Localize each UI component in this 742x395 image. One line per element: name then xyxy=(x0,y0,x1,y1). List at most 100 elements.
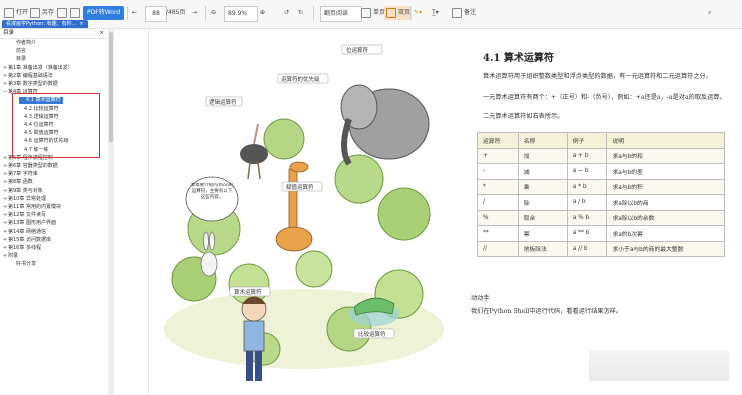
table-cell: 求a与b的和 xyxy=(606,147,725,164)
table-cell: 求小于a与b的商的最大整数 xyxy=(606,240,725,257)
section-heading: 4.1 算术运算符 xyxy=(483,53,554,64)
page-total: /485页 xyxy=(166,9,186,16)
table-cell: a ** b xyxy=(566,225,608,242)
highlighter-icon[interactable]: ✎▾ xyxy=(414,6,422,20)
operator-table: 运算符 名称 例子 说明 + 加 a + b 求a与b的和 - 减 a − b 求a与b的差 *… xyxy=(477,132,725,257)
close-icon[interactable]: × xyxy=(99,29,104,38)
table-cell: + xyxy=(477,147,519,164)
table-cell: a // b xyxy=(566,240,608,257)
toc-item-label: 第15章 访问数据库 xyxy=(8,236,51,243)
next-page-button[interactable]: → xyxy=(192,6,197,20)
toc-item-label: 第10章 异常处理 xyxy=(8,195,46,202)
toc-item[interactable]: +第9章 类与对象 xyxy=(3,188,43,195)
table-cell: 地板除法 xyxy=(517,240,568,257)
toc-item[interactable]: +第6章 容器类型的数据 xyxy=(3,163,58,170)
highlight-box xyxy=(12,93,100,158)
table-cell: a − b xyxy=(566,163,608,180)
table-row: ** 幂 a ** b 求a的b次幂 xyxy=(477,225,725,242)
text-tool-icon[interactable]: T̲▾ xyxy=(432,6,439,20)
paragraph-unary: 一元算术运算符有两个：+（正号）和-（负号），例如：+a还是a，-a是对a的取反… xyxy=(483,94,726,101)
divider xyxy=(410,6,411,20)
label-comparison: 比较运算符 xyxy=(358,330,386,338)
toc-item[interactable]: +第14章 网络通信 xyxy=(3,229,46,236)
right-page: 4.1 算术运算符 算术运算符用于组织整数类型和浮点类型的数据，有一元运算符和二… xyxy=(459,29,742,395)
prev-page-button[interactable]: ← xyxy=(132,6,137,20)
table-cell: 求a除以b的余数 xyxy=(606,209,725,226)
page-input[interactable]: 88 xyxy=(145,6,167,22)
toc-item[interactable]: 目录 xyxy=(11,56,26,63)
label-logic: 逻辑运算符 xyxy=(209,98,237,106)
table-cell: 减 xyxy=(517,163,568,180)
zoom-out-icon[interactable]: ⊖ xyxy=(211,6,216,20)
document-tab[interactable]: 看漫画学Python: 有趣、有料... × xyxy=(2,20,88,28)
table-cell: ** xyxy=(477,225,519,242)
pdf-to-word-button[interactable]: PDF转Word xyxy=(83,6,125,20)
single-page-button[interactable]: 单页 xyxy=(361,6,385,20)
toc-item-label: 第3章 数字类型的数据 xyxy=(8,81,58,87)
toc-item-label: 好书分享 xyxy=(16,261,37,268)
rotate-right-icon[interactable]: ↻ xyxy=(298,6,303,20)
table-cell: 加 xyxy=(517,147,568,164)
document-canvas: 本章要介绍Python的运算符，主要有以下这些内容。 位运算符 逻辑运算符 运算… xyxy=(114,29,742,395)
toc-item[interactable]: 好书分享 xyxy=(11,261,36,268)
toc-item[interactable]: +第15章 访问数据库 xyxy=(3,237,51,244)
table-cell: 除 xyxy=(517,194,568,211)
speech-bubble-text: 本章要介绍Python的运算符，主要有以下这些内容。 xyxy=(190,183,234,200)
table-row: % 取余 a % b 求a除以b的余数 xyxy=(477,209,725,226)
toc-item-label: 第13章 图形用户界面 xyxy=(8,220,56,227)
table-cell: / xyxy=(477,194,519,211)
table-header: 说明 xyxy=(606,132,725,149)
zoom-in-icon[interactable]: ⊕ xyxy=(260,6,265,20)
label-arith: 算术运算符 xyxy=(234,288,262,296)
blurred-region xyxy=(589,351,729,381)
print-button[interactable] xyxy=(57,6,69,20)
table-cell: a / b xyxy=(566,194,608,211)
toc-item[interactable]: 作者简介 xyxy=(11,40,36,47)
boy-character-icon xyxy=(241,296,267,381)
table-header-row: 运算符 名称 例子 说明 xyxy=(477,132,725,149)
paragraph-binary: 二元算术运算符如右表所示。 xyxy=(483,113,564,120)
toc-item[interactable]: 前言 xyxy=(11,48,26,55)
toc-item[interactable]: +第13章 图形用户界面 xyxy=(3,220,56,227)
toc-item-label: 第2章 编程基础语法 xyxy=(8,72,53,79)
rotate-left-icon[interactable]: ↺ xyxy=(284,6,289,20)
open-button[interactable]: 打开 xyxy=(4,6,28,20)
close-icon[interactable]: × xyxy=(79,21,83,27)
toc-sidebar: 目录 × 作者简介 前言 目录 +第1章 准备出发（准备出发） +第2章 编程基础语法 +第… xyxy=(0,29,109,395)
page-edge xyxy=(148,29,149,395)
table-row: -减a − b 求a与b的差 xyxy=(477,163,725,180)
share-button[interactable] xyxy=(70,6,82,20)
zoom-select[interactable]: 89.9% xyxy=(224,6,258,22)
table-row: * 乘 a * b 求a与b的积 xyxy=(477,178,725,195)
double-page-icon xyxy=(386,7,396,18)
toc-item-label: 附录 xyxy=(8,253,19,260)
scrollbar-thumb[interactable] xyxy=(109,32,113,142)
single-page-icon xyxy=(361,7,371,18)
table-cell: * xyxy=(477,178,519,195)
toc-item[interactable]: +第2章 编程基础语法 xyxy=(3,73,53,80)
toc-header: 目录 × xyxy=(0,29,108,39)
toc-item-label: 第11章 常用的内置模块 xyxy=(8,204,61,210)
toc-item[interactable]: +第1章 准备出发（准备出发） xyxy=(3,65,73,72)
toc-item[interactable]: +附录 xyxy=(3,253,18,260)
double-page-button[interactable]: 双页 xyxy=(384,6,413,20)
toc-item[interactable]: +第12章 文件读写 xyxy=(3,212,46,219)
toc-item-label: 第14章 网络通信 xyxy=(8,228,46,235)
note-button[interactable]: 备注 xyxy=(452,6,476,20)
save-as-button[interactable]: 另存 xyxy=(30,6,54,20)
label-bitwise: 位运算符 xyxy=(346,46,369,54)
search-icon[interactable]: ⌕ xyxy=(708,6,711,20)
paragraph-intro: 算术运算符用于组织整数类型和浮点类型的数据，有一元运算符和二元运算符之分。 xyxy=(483,73,712,80)
save-icon xyxy=(30,7,40,18)
toc-item[interactable]: +第11章 常用的内置模块 xyxy=(3,204,61,211)
table-cell: 取余 xyxy=(517,209,568,226)
table-cell: - xyxy=(477,163,519,180)
view-mode-select[interactable]: 翻页阅读 xyxy=(320,6,362,22)
toc-item[interactable]: +第3章 数字类型的数据 xyxy=(3,81,58,88)
table-cell: // xyxy=(477,240,519,257)
toc-item[interactable]: +第10章 异常处理 xyxy=(3,196,46,203)
table-header: 运算符 xyxy=(477,132,519,149)
toc-item[interactable]: +第8章 函数 xyxy=(3,179,33,186)
toc-item[interactable]: +第7章 字符串 xyxy=(3,171,38,178)
toc-item[interactable]: +第16章 多线程 xyxy=(3,245,41,252)
